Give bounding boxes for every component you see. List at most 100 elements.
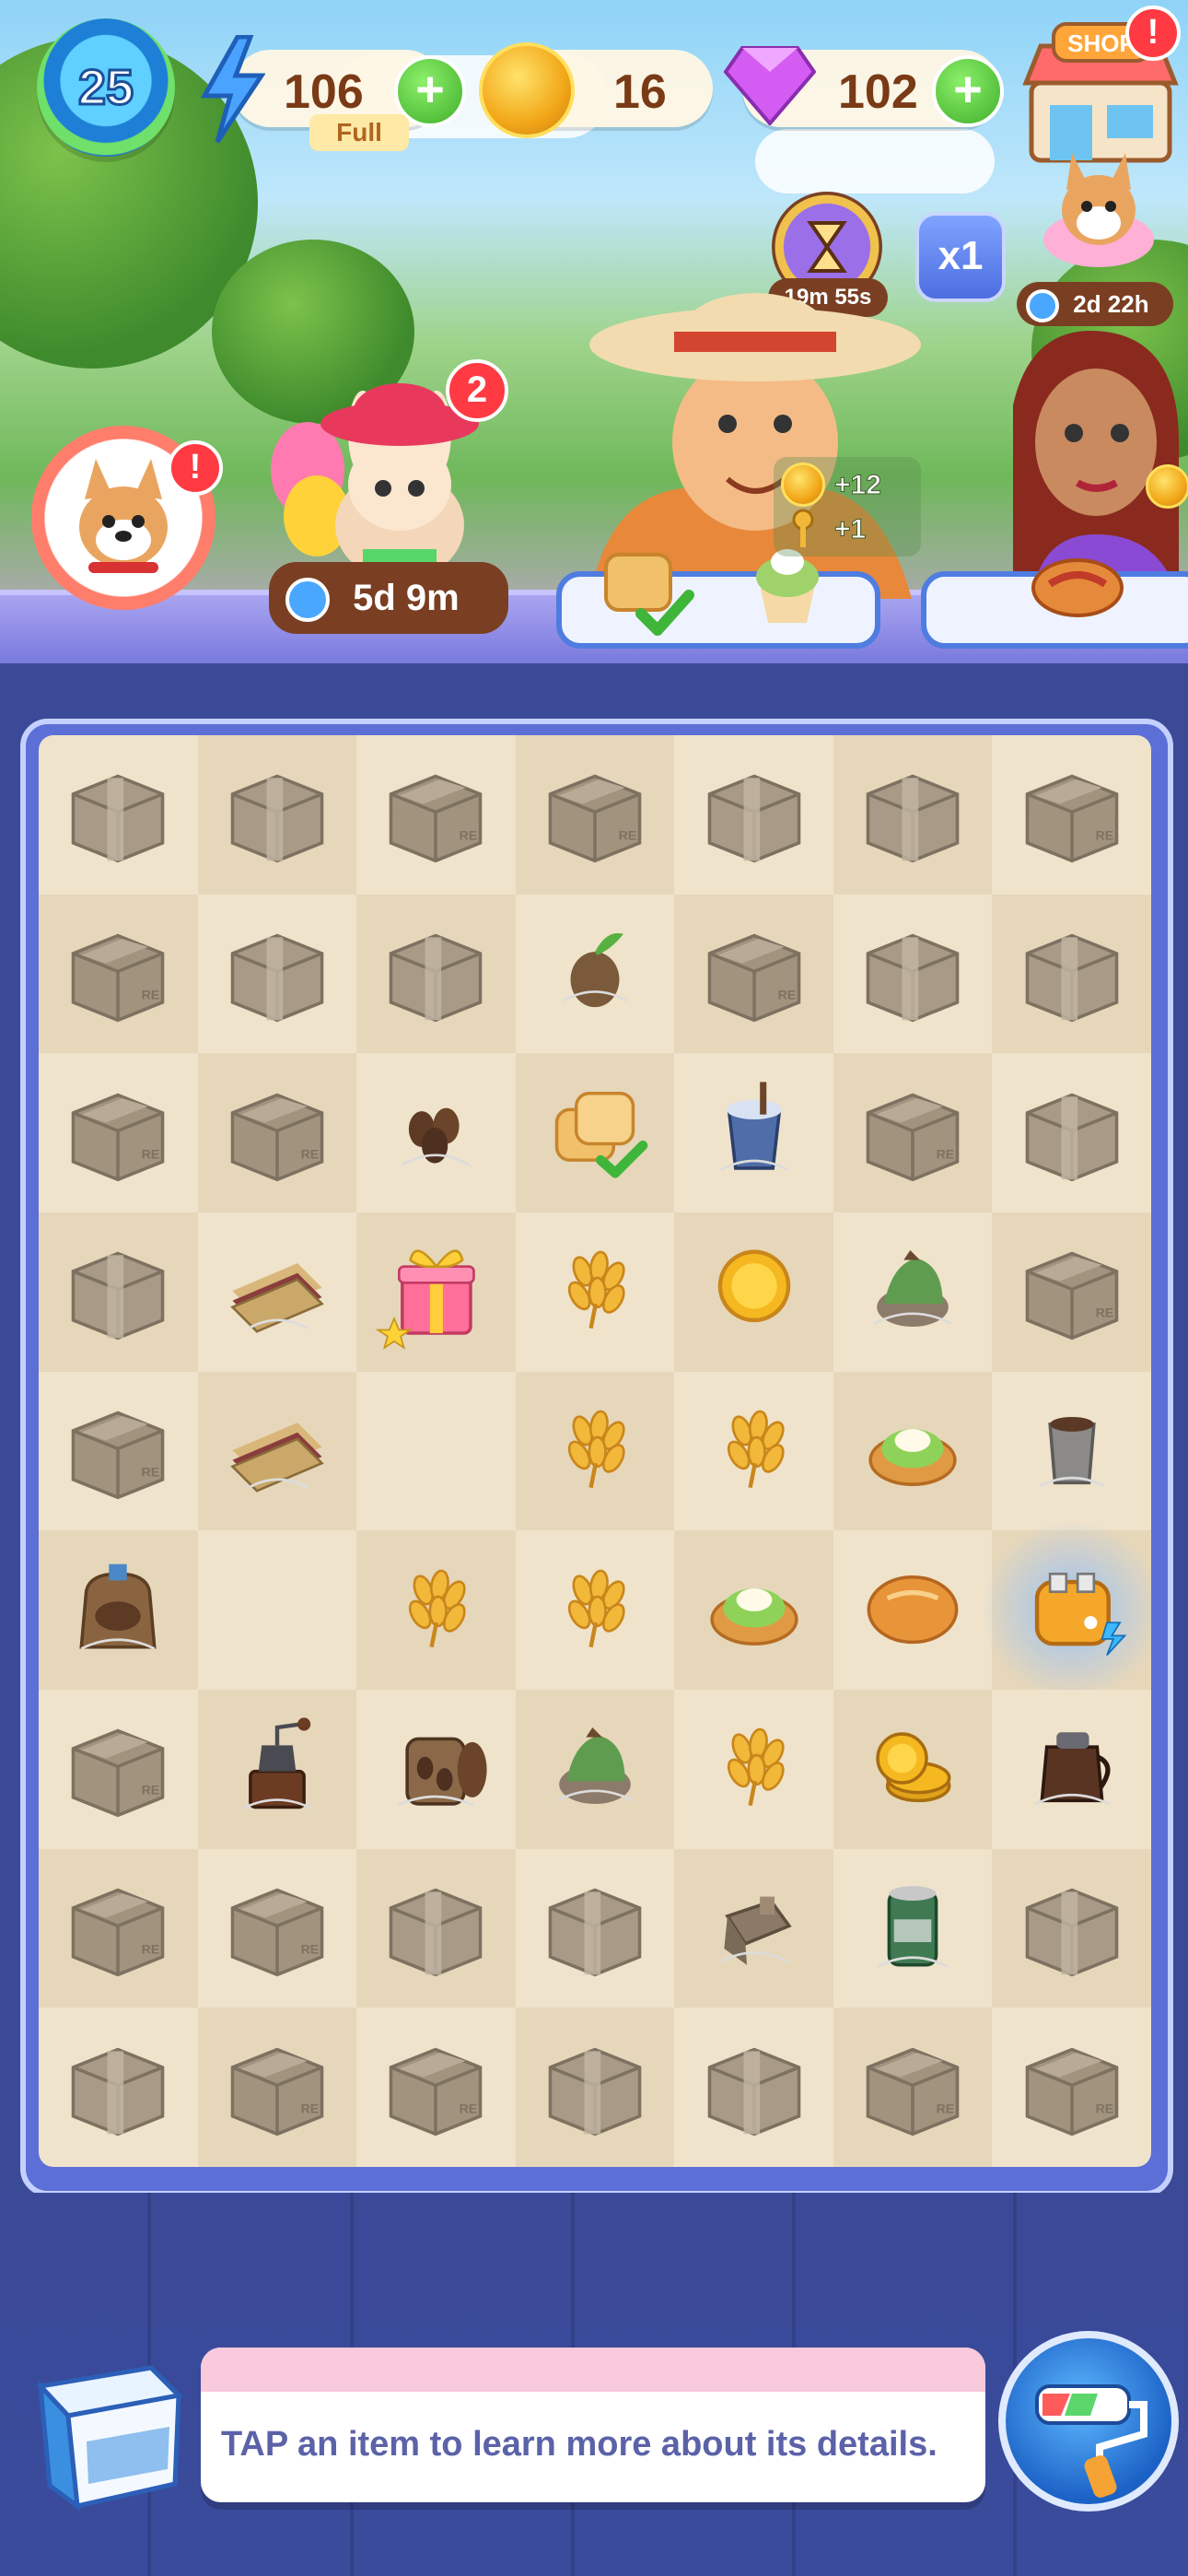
board-cell[interactable] xyxy=(356,1690,516,1849)
coffee-sack-icon[interactable] xyxy=(49,1541,187,1680)
board-cell[interactable] xyxy=(674,1053,833,1212)
board-cell[interactable] xyxy=(833,1530,993,1690)
box-re-icon[interactable]: RE xyxy=(685,905,823,1043)
coffee-beans-icon[interactable] xyxy=(367,1064,505,1202)
coin-stack-icon[interactable] xyxy=(844,1700,982,1838)
board-cell[interactable] xyxy=(356,1053,516,1212)
toaster-icon[interactable] xyxy=(1003,1541,1141,1680)
board-cell[interactable] xyxy=(833,735,993,895)
sandwich-icon[interactable] xyxy=(208,1382,346,1520)
box-re-icon[interactable]: RE xyxy=(49,1859,187,1997)
board-cell[interactable] xyxy=(992,1848,1151,2008)
box-re-icon[interactable]: RE xyxy=(1003,745,1141,884)
box-re-icon[interactable]: RE xyxy=(367,745,505,884)
sandwich-icon[interactable] xyxy=(208,1223,346,1361)
board-cell[interactable] xyxy=(515,1690,675,1849)
board-cell[interactable]: RE xyxy=(515,735,675,895)
board-cell[interactable] xyxy=(833,1848,993,2008)
gift-box-icon[interactable] xyxy=(367,1223,505,1361)
box-taped-icon[interactable] xyxy=(208,745,346,884)
box-taped-icon[interactable] xyxy=(367,1859,505,1997)
coffee-pot-icon[interactable] xyxy=(1003,1700,1141,1838)
box-re-icon[interactable]: RE xyxy=(49,1382,187,1520)
board-cell[interactable] xyxy=(197,1212,357,1372)
dog-event-icon[interactable] xyxy=(1030,138,1168,276)
board-cell[interactable] xyxy=(992,1690,1151,1849)
board-cell[interactable] xyxy=(197,894,357,1054)
board-cell[interactable] xyxy=(833,1371,993,1531)
board-cell[interactable] xyxy=(992,1053,1151,1212)
box-taped-icon[interactable] xyxy=(49,745,187,884)
board-cell[interactable] xyxy=(674,2008,833,2167)
wheat-icon[interactable] xyxy=(685,1700,823,1838)
box-taped-icon[interactable] xyxy=(49,2019,187,2157)
board-cell[interactable]: RE xyxy=(992,735,1151,895)
box-taped-icon[interactable] xyxy=(526,1859,664,1997)
matcha-cookie-icon[interactable] xyxy=(844,1382,982,1520)
box-taped-icon[interactable] xyxy=(685,745,823,884)
box-re-icon[interactable]: RE xyxy=(367,2019,505,2157)
board-cell[interactable]: RE xyxy=(992,1212,1151,1372)
board-cell[interactable] xyxy=(39,1530,198,1690)
inventory-cooler-button[interactable] xyxy=(13,2331,197,2515)
box-re-icon[interactable]: RE xyxy=(208,1064,346,1202)
box-taped-icon[interactable] xyxy=(844,905,982,1043)
board-cell[interactable]: RE xyxy=(197,1848,357,2008)
event-timer[interactable]: 5d 9m xyxy=(269,562,508,634)
box-re-icon[interactable]: RE xyxy=(208,2019,346,2157)
board-cell[interactable]: RE xyxy=(39,894,198,1054)
matcha-cookie-icon[interactable] xyxy=(685,1541,823,1680)
box-taped-icon[interactable] xyxy=(1003,1064,1141,1202)
decorate-paint-roller-button[interactable] xyxy=(998,2331,1179,2512)
box-re-icon[interactable]: RE xyxy=(1003,1223,1141,1361)
board-cell[interactable] xyxy=(674,1848,833,2008)
box-taped-icon[interactable] xyxy=(49,1223,187,1361)
iced-coffee-icon[interactable] xyxy=(685,1064,823,1202)
board-cell[interactable] xyxy=(515,894,675,1054)
board-cell[interactable] xyxy=(356,1848,516,2008)
box-re-icon[interactable]: RE xyxy=(49,1064,187,1202)
board-cell[interactable] xyxy=(674,1212,833,1372)
wheat-icon[interactable] xyxy=(526,1223,664,1361)
matcha-mound-icon[interactable] xyxy=(844,1223,982,1361)
box-re-icon[interactable]: RE xyxy=(1003,2019,1141,2157)
wheat-icon[interactable] xyxy=(526,1382,664,1520)
coffee-beans-jar-icon[interactable] xyxy=(367,1700,505,1838)
box-taped-icon[interactable] xyxy=(1003,1859,1141,1997)
box-taped-icon[interactable] xyxy=(526,2019,664,2157)
coffee-grinder-icon[interactable] xyxy=(208,1700,346,1838)
board-cell[interactable] xyxy=(356,1530,516,1690)
wheat-icon[interactable] xyxy=(526,1541,664,1680)
matcha-mound-icon[interactable] xyxy=(526,1700,664,1838)
board-cell[interactable] xyxy=(833,894,993,1054)
board-cell[interactable] xyxy=(356,1371,516,1531)
board-cell[interactable]: RE xyxy=(197,2008,357,2167)
board-cell[interactable] xyxy=(992,1371,1151,1531)
box-re-icon[interactable]: RE xyxy=(49,905,187,1043)
box-re-icon[interactable]: RE xyxy=(49,1700,187,1838)
board-cell[interactable] xyxy=(515,2008,675,2167)
board-cell[interactable]: RE xyxy=(356,2008,516,2167)
board-cell[interactable] xyxy=(833,1690,993,1849)
board-cell[interactable] xyxy=(515,1212,675,1372)
board-cell[interactable] xyxy=(197,1371,357,1531)
board-cell[interactable] xyxy=(39,2008,198,2167)
board-cell[interactable] xyxy=(39,735,198,895)
board-cell[interactable]: RE xyxy=(39,1053,198,1212)
board-cell[interactable] xyxy=(981,1519,1151,1701)
board-cell[interactable]: RE xyxy=(197,1053,357,1212)
box-re-icon[interactable]: RE xyxy=(208,1859,346,1997)
bread-bun-icon[interactable] xyxy=(844,1541,982,1680)
box-taped-icon[interactable] xyxy=(367,905,505,1043)
board-cell[interactable] xyxy=(356,1212,516,1372)
board-cell[interactable] xyxy=(515,1848,675,2008)
board-cell[interactable] xyxy=(674,1690,833,1849)
board-cell[interactable]: RE xyxy=(833,2008,993,2167)
box-taped-icon[interactable] xyxy=(1003,905,1141,1043)
board-cell[interactable] xyxy=(515,1053,675,1212)
board-cell[interactable]: RE xyxy=(39,1848,198,2008)
board-cell[interactable] xyxy=(992,894,1151,1054)
board-cell[interactable] xyxy=(197,1690,357,1849)
bag-icon[interactable] xyxy=(685,1859,823,1997)
box-re-icon[interactable]: RE xyxy=(526,745,664,884)
